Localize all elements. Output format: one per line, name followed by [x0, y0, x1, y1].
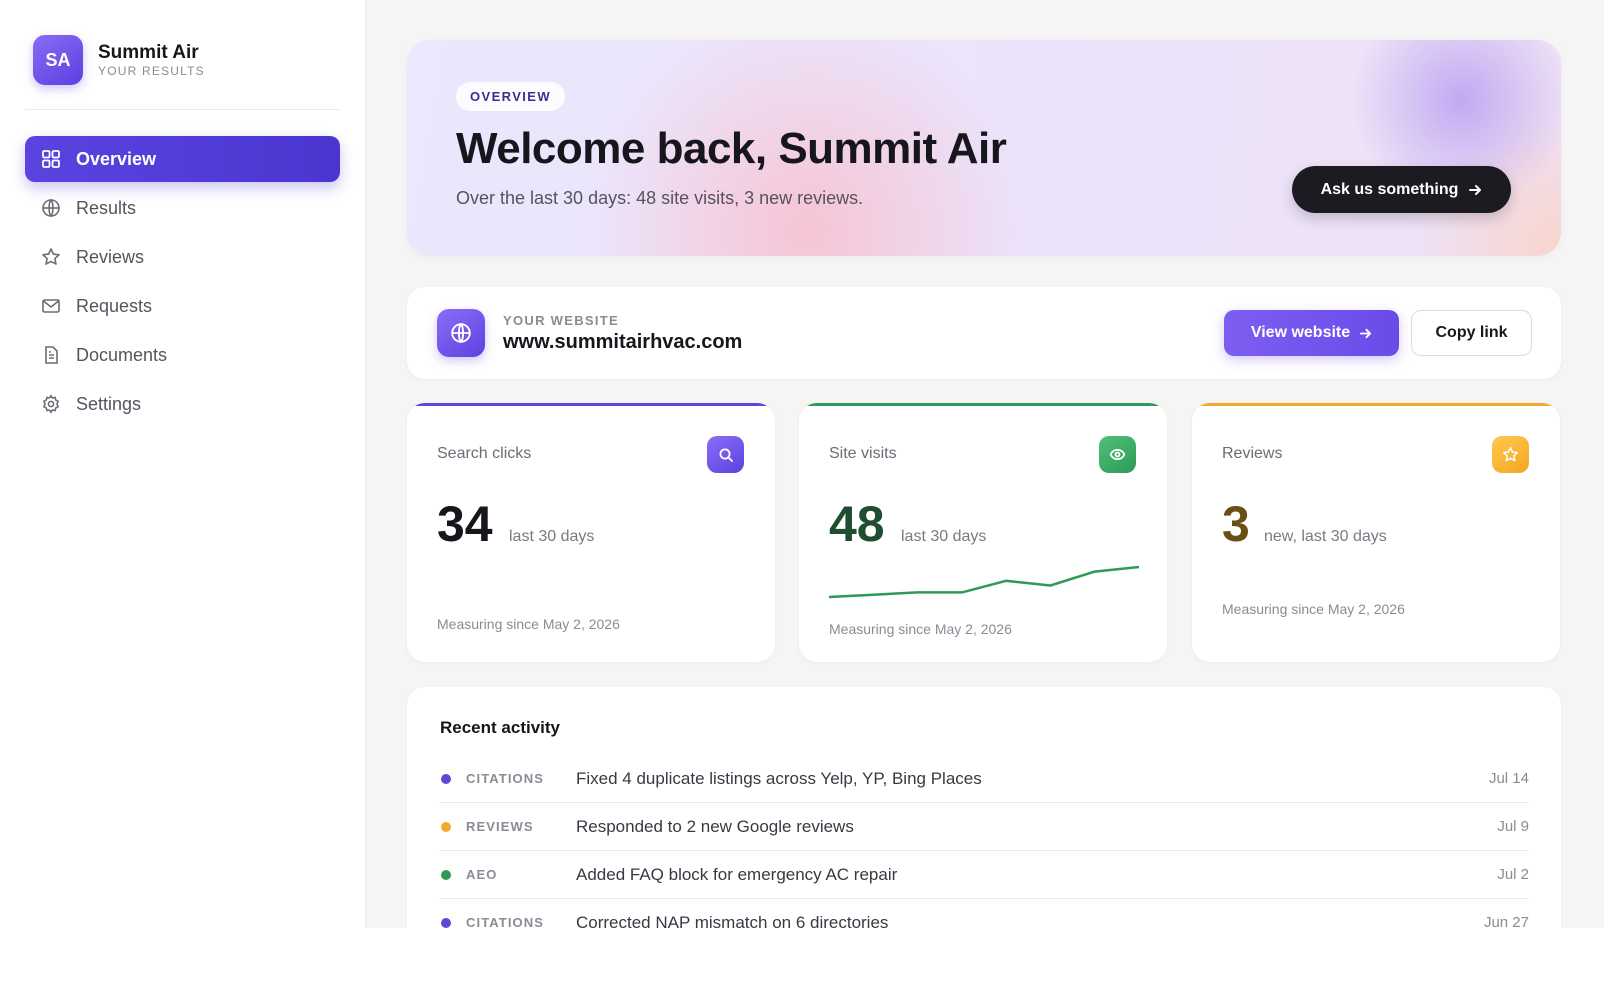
app-window: SA Summit Air YOUR RESULTS Overview Resu… [0, 0, 1604, 928]
website-label: YOUR WEBSITE [503, 313, 619, 328]
arrow-right-icon [1359, 327, 1372, 340]
sidebar-item-settings[interactable]: Settings [25, 381, 340, 427]
activity-row[interactable]: CITATIONS Fixed 4 duplicate listings acr… [439, 755, 1529, 803]
stat-value: 3 [1222, 496, 1250, 552]
category-dot [441, 773, 451, 784]
sidebar-divider [25, 109, 340, 110]
activity-row[interactable]: AEO Added FAQ block for emergency AC rep… [439, 851, 1529, 899]
stat-card-search-clicks: Search clicks 34 last 30 days Measuring … [407, 403, 775, 662]
view-website-label: View website [1250, 324, 1351, 341]
sidebar-nav: Overview Results Reviews Requests Docume… [25, 136, 340, 430]
stat-unit: last 30 days [901, 528, 987, 545]
arrow-right-icon [1468, 183, 1482, 197]
page-title: Welcome back, Summit Air [456, 124, 1007, 173]
activity-text: Added FAQ block for emergency AC repair [576, 864, 898, 884]
brand-text: Summit Air YOUR RESULTS [98, 42, 205, 78]
copy-link-button[interactable]: Copy link [1411, 310, 1532, 356]
sparkline-path [829, 565, 1139, 599]
activity-date: Jun 27 [1483, 914, 1529, 928]
view-website-button[interactable]: View website [1224, 310, 1399, 356]
stat-since: Measuring since May 2, 2026 [1222, 601, 1405, 617]
sidebar-item-overview[interactable]: Overview [25, 136, 340, 182]
sidebar-item-label: Settings [76, 393, 142, 414]
activity-category: AEO [466, 867, 498, 882]
stat-value: 48 [829, 496, 885, 552]
activity-list: CITATIONS Fixed 4 duplicate listings acr… [439, 755, 1529, 928]
sidebar-item-label: Documents [76, 344, 168, 365]
stat-label: Search clicks [437, 445, 532, 462]
eye-icon [1099, 436, 1136, 473]
recent-activity-title: Recent activity [440, 718, 560, 737]
stat-label: Reviews [1222, 445, 1283, 462]
sidebar-item-documents[interactable]: Documents [25, 332, 340, 378]
gear-icon [41, 394, 61, 414]
stat-since: Measuring since May 2, 2026 [829, 621, 1012, 637]
stat-card-site-visits: Site visits 48 last 30 days Measuring si… [799, 403, 1167, 662]
activity-row[interactable]: CITATIONS Corrected NAP mismatch on 6 di… [439, 899, 1529, 928]
sidebar-item-results[interactable]: Results [25, 185, 340, 231]
activity-text: Responded to 2 new Google reviews [576, 816, 854, 836]
star-icon [1492, 436, 1529, 473]
category-dot [441, 869, 451, 880]
activity-category: CITATIONS [466, 915, 545, 928]
sidebar-item-label: Reviews [76, 246, 145, 267]
stat-since: Measuring since May 2, 2026 [437, 616, 620, 632]
stat-value: 34 [437, 496, 493, 552]
ask-us-label: Ask us something [1320, 180, 1459, 198]
sidebar-item-requests[interactable]: Requests [25, 283, 340, 329]
sidebar-item-reviews[interactable]: Reviews [25, 234, 340, 280]
ask-us-button[interactable]: Ask us something [1292, 166, 1511, 213]
sidebar: SA Summit Air YOUR RESULTS Overview Resu… [0, 0, 366, 928]
stat-unit: last 30 days [509, 528, 595, 545]
globe-icon [41, 198, 61, 218]
activity-date: Jul 14 [1488, 770, 1529, 787]
welcome-hero: OVERVIEW Welcome back, Summit Air Over t… [407, 40, 1561, 256]
hero-subtitle: Over the last 30 days: 48 site visits, 3… [456, 188, 864, 208]
sidebar-item-label: Requests [76, 295, 153, 316]
brand-subtitle: YOUR RESULTS [98, 64, 205, 78]
stat-label: Site visits [829, 445, 897, 462]
brand-name: Summit Air [98, 42, 199, 63]
brand: SA Summit Air YOUR RESULTS [33, 35, 205, 85]
site-visits-sparkline [829, 565, 1139, 599]
activity-category: REVIEWS [466, 819, 534, 834]
recent-activity-card: Recent activity CITATIONS Fixed 4 duplic… [407, 687, 1561, 928]
activity-date: Jul 2 [1497, 866, 1529, 883]
category-dot [441, 821, 451, 832]
document-icon [41, 345, 61, 365]
sidebar-item-label: Results [76, 197, 137, 218]
sidebar-item-label: Overview [76, 148, 157, 169]
category-dot [441, 917, 451, 928]
activity-text: Corrected NAP mismatch on 6 directories [576, 912, 889, 929]
stat-card-reviews: Reviews 3 new, last 30 days Measuring si… [1192, 403, 1560, 662]
star-icon [41, 247, 61, 267]
activity-text: Fixed 4 duplicate listings across Yelp, … [576, 768, 982, 788]
main-content: OVERVIEW Welcome back, Summit Air Over t… [366, 0, 1604, 928]
mail-icon [41, 296, 61, 316]
activity-category: CITATIONS [466, 771, 545, 786]
grid-icon [41, 149, 61, 169]
website-card: YOUR WEBSITE www.summitairhvac.com View … [407, 287, 1561, 379]
search-icon [707, 436, 744, 473]
globe-icon [437, 309, 485, 357]
activity-date: Jul 9 [1497, 818, 1529, 835]
brand-avatar: SA [33, 35, 83, 85]
activity-row[interactable]: REVIEWS Responded to 2 new Google review… [439, 803, 1529, 851]
stat-unit: new, last 30 days [1264, 528, 1387, 545]
website-url: www.summitairhvac.com [503, 331, 743, 353]
section-pill: OVERVIEW [456, 82, 566, 111]
